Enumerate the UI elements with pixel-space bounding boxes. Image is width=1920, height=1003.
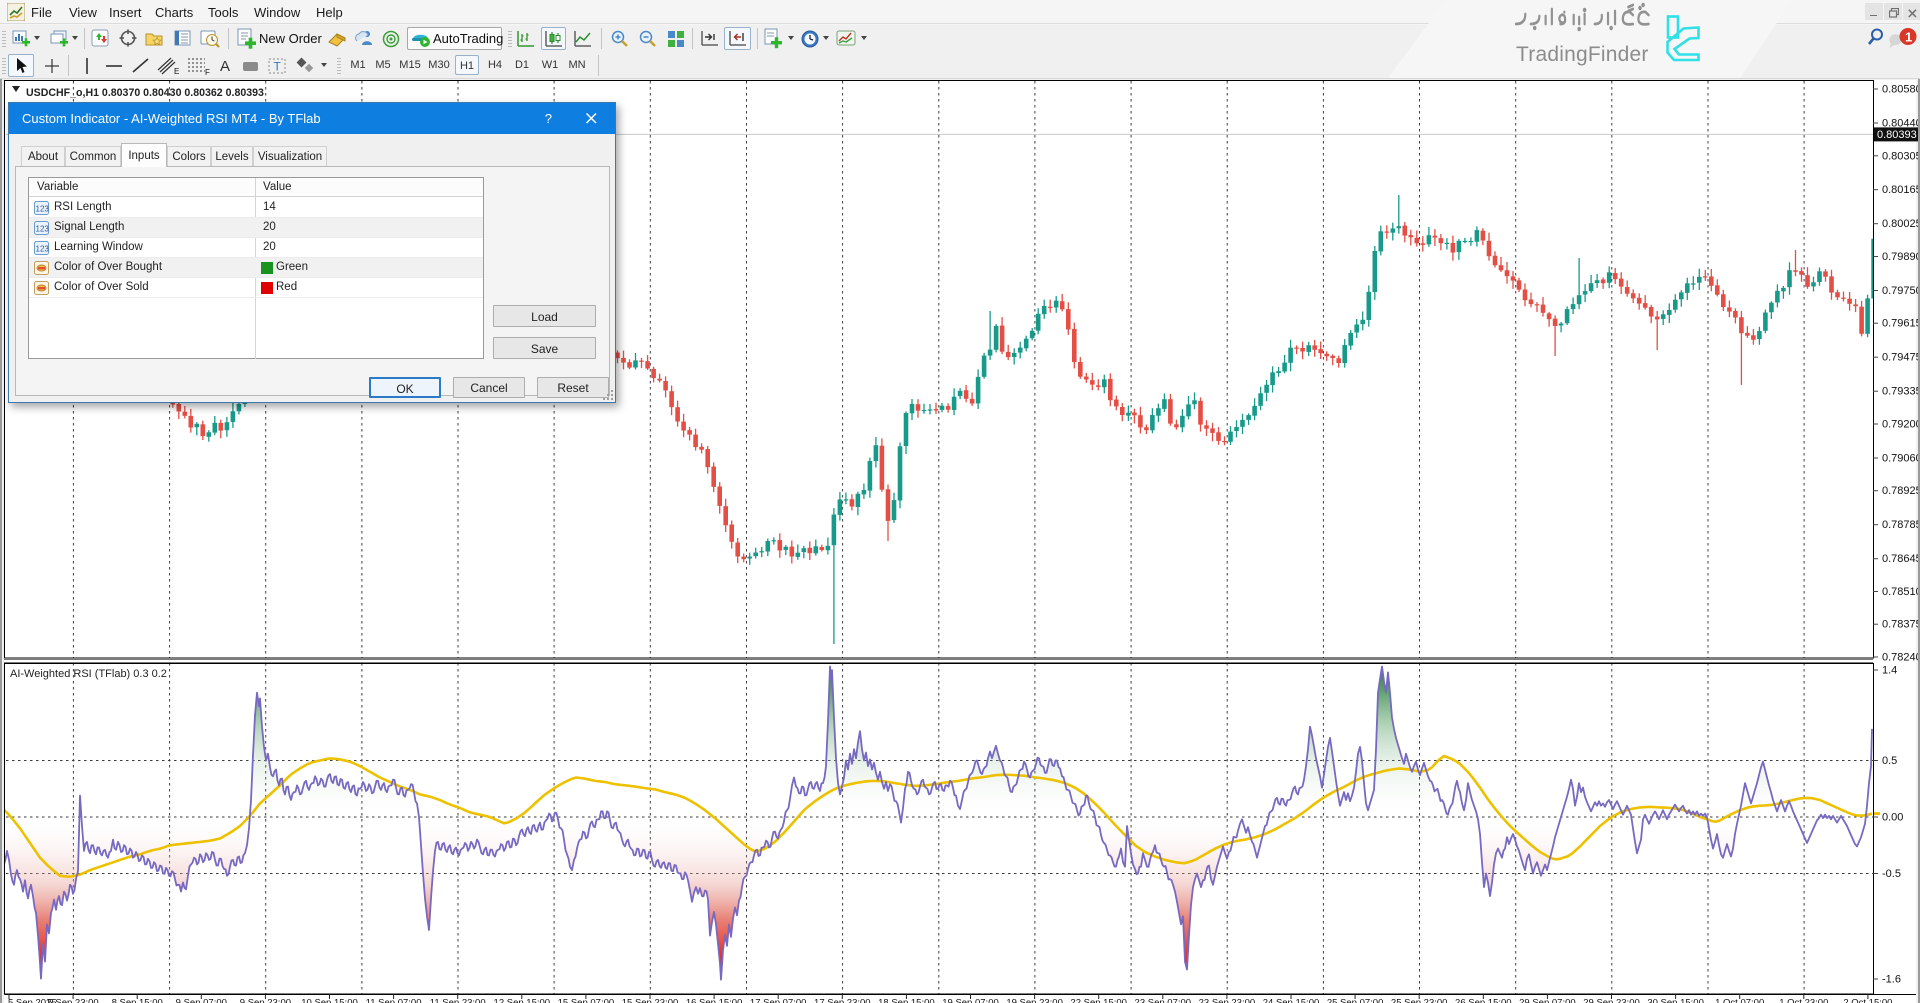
- svg-text:15 Sep 07:00: 15 Sep 07:00: [558, 998, 615, 1003]
- svg-text:9 Sep 07:00: 9 Sep 07:00: [176, 998, 227, 1003]
- svg-text:0.80393: 0.80393: [1877, 129, 1917, 141]
- svg-text:TradingFinder: TradingFinder: [1516, 43, 1649, 66]
- svg-text:17 Sep 07:00: 17 Sep 07:00: [750, 998, 807, 1003]
- svg-text:25 Sep 23:00: 25 Sep 23:00: [1391, 998, 1448, 1003]
- svg-text:F: F: [205, 68, 210, 76]
- svg-text:-1.6: -1.6: [1882, 974, 1901, 986]
- svg-text:30 Sep 15:00: 30 Sep 15:00: [1647, 998, 1704, 1003]
- svg-text:0.79890: 0.79890: [1882, 251, 1920, 263]
- svg-text:23 Sep 23:00: 23 Sep 23:00: [1199, 998, 1256, 1003]
- svg-text:0.79335: 0.79335: [1882, 386, 1920, 398]
- svg-text:5 Sep 23:00: 5 Sep 23:00: [47, 998, 98, 1003]
- svg-text:29 Sep 07:00: 29 Sep 07:00: [1519, 998, 1576, 1003]
- svg-text:T: T: [274, 60, 282, 74]
- svg-text:0.79060: 0.79060: [1882, 453, 1920, 465]
- svg-text:0.79475: 0.79475: [1882, 352, 1920, 364]
- svg-text:0.78510: 0.78510: [1882, 586, 1920, 598]
- svg-text:10 Sep 15:00: 10 Sep 15:00: [301, 998, 358, 1003]
- svg-text:19 Sep 07:00: 19 Sep 07:00: [942, 998, 999, 1003]
- svg-text:11 Sep 23:00: 11 Sep 23:00: [430, 998, 486, 1003]
- svg-text:16 Sep 15:00: 16 Sep 15:00: [686, 998, 743, 1003]
- svg-text:USDCHF_o,H1 0.80370 0.80430 0: USDCHF_o,H1 0.80370 0.80430 0.80362 0.80…: [26, 87, 264, 99]
- svg-text:0.78925: 0.78925: [1882, 485, 1920, 497]
- svg-text:0.79200: 0.79200: [1882, 419, 1920, 431]
- svg-text:25 Sep 07:00: 25 Sep 07:00: [1327, 998, 1384, 1003]
- svg-text:22 Sep 15:00: 22 Sep 15:00: [1070, 998, 1127, 1003]
- svg-text:123: 123: [36, 205, 50, 214]
- svg-text:18 Sep 15:00: 18 Sep 15:00: [878, 998, 935, 1003]
- svg-text:23 Sep 07:00: 23 Sep 07:00: [1135, 998, 1192, 1003]
- svg-text:123: 123: [36, 245, 50, 254]
- svg-text:0.78240: 0.78240: [1882, 652, 1920, 664]
- svg-text:AI-Weighted RSI (TFlab) 0.3 0.: AI-Weighted RSI (TFlab) 0.3 0.2: [10, 668, 167, 680]
- svg-text:29 Sep 23:00: 29 Sep 23:00: [1583, 998, 1640, 1003]
- svg-text:0.80165: 0.80165: [1882, 184, 1920, 196]
- svg-text:0.5: 0.5: [1882, 755, 1897, 767]
- svg-text:8 Sep 15:00: 8 Sep 15:00: [112, 998, 163, 1003]
- svg-text:1 Oct 23:00: 1 Oct 23:00: [1779, 998, 1828, 1003]
- svg-text:0.80305: 0.80305: [1882, 150, 1920, 162]
- svg-text:0.80025: 0.80025: [1882, 218, 1920, 230]
- svg-text:26 Sep 15:00: 26 Sep 15:00: [1455, 998, 1512, 1003]
- svg-text:1 Oct 07:00: 1 Oct 07:00: [1715, 998, 1764, 1003]
- svg-text:0.78645: 0.78645: [1882, 553, 1920, 565]
- svg-text:17 Sep 23:00: 17 Sep 23:00: [814, 998, 871, 1003]
- svg-text:0.78785: 0.78785: [1882, 519, 1920, 531]
- svg-text:15 Sep 23:00: 15 Sep 23:00: [622, 998, 679, 1003]
- svg-text:24 Sep 15:00: 24 Sep 15:00: [1263, 998, 1320, 1003]
- svg-text:-0.5: -0.5: [1882, 868, 1901, 880]
- svg-text:A: A: [220, 58, 230, 75]
- svg-text:12 Sep 15:00: 12 Sep 15:00: [494, 998, 551, 1003]
- svg-text:0.00: 0.00: [1882, 812, 1903, 824]
- svg-text:9 Sep 23:00: 9 Sep 23:00: [240, 998, 291, 1003]
- svg-text:123: 123: [36, 225, 50, 234]
- svg-text:0.80580: 0.80580: [1882, 84, 1920, 96]
- svg-text:19 Sep 23:00: 19 Sep 23:00: [1006, 998, 1063, 1003]
- svg-text:0.79615: 0.79615: [1882, 318, 1920, 330]
- svg-text:0.78375: 0.78375: [1882, 619, 1920, 631]
- svg-text:E: E: [174, 67, 179, 76]
- svg-text:2 Oct 15:00: 2 Oct 15:00: [1843, 998, 1892, 1003]
- svg-text:11 Sep 07:00: 11 Sep 07:00: [366, 998, 422, 1003]
- svg-text:1: 1: [1905, 30, 1912, 45]
- svg-text:1.4: 1.4: [1882, 665, 1897, 677]
- svg-text:0.79750: 0.79750: [1882, 285, 1920, 297]
